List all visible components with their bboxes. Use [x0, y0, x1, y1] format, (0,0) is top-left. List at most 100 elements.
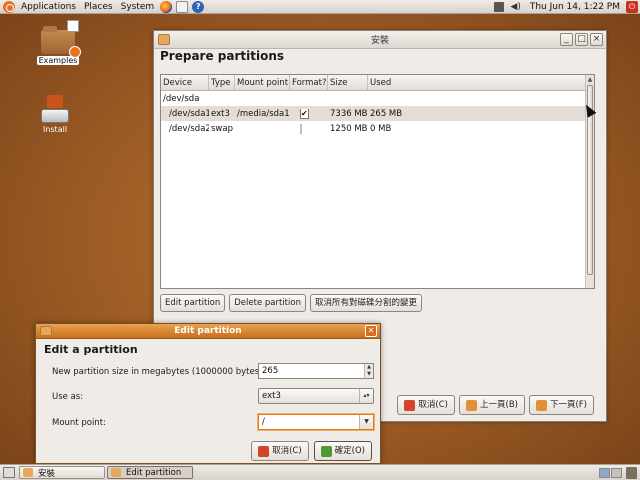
cell-device: /dev/sda1 [169, 108, 209, 119]
top-panel-tray: ◀) Thu Jun 14, 1:22 PM ⏻ [491, 0, 640, 14]
dialog-buttons: 取消(C) 確定(O) [246, 441, 372, 461]
link-icon [67, 20, 79, 32]
partition-actions: Edit partition Delete partition 取消所有對磁碟分… [160, 294, 426, 312]
system-menu[interactable]: System [117, 0, 159, 14]
dialog-close-button[interactable]: ✕ [365, 325, 377, 337]
power-icon[interactable]: ⏻ [626, 0, 638, 13]
volume-icon[interactable]: ◀) [510, 2, 520, 12]
table-row[interactable]: /dev/sda2 swap 1250 MB 0 MB [161, 121, 594, 136]
size-label: New partition size in megabytes (1000000… [52, 367, 266, 377]
desktop-icon-label: Install [42, 125, 68, 134]
dialog-heading: Edit a partition [44, 343, 138, 356]
cell-format: ✔ [290, 108, 328, 119]
edit-partition-dialog: Edit partition ✕ Edit a partition New pa… [35, 323, 381, 464]
workspace-2[interactable] [611, 467, 622, 478]
edit-partition-button[interactable]: Edit partition [160, 294, 226, 312]
dialog-task-icon [111, 468, 121, 477]
column-header-size[interactable]: Size [328, 75, 368, 90]
workspace-switcher [598, 466, 637, 479]
window-title: 安裝 [370, 36, 389, 46]
back-label: 上一頁(B) [480, 400, 518, 410]
table-row[interactable]: /dev/sda1 ext3 /media/sda1 ✔ 7336 MB 265… [161, 106, 594, 121]
partition-table: Device Type Mount point Format? Size Use… [160, 74, 595, 289]
column-header-used[interactable]: Used [368, 75, 578, 90]
forward-arrow-icon [535, 399, 547, 411]
install-icon [40, 93, 70, 123]
dialog-titlebar[interactable]: Edit partition ✕ [36, 324, 380, 339]
back-arrow-icon [466, 399, 477, 411]
cell-used: 265 MB [370, 108, 403, 119]
installer-task-icon [23, 468, 33, 477]
firefox-icon[interactable] [160, 0, 173, 13]
cancel-button[interactable]: 取消(C) [397, 395, 455, 415]
spin-arrows-icon[interactable]: ▲ ▼ [364, 364, 373, 378]
scroll-up-icon[interactable]: ▲ [586, 75, 594, 84]
chevron-down-icon[interactable]: ▼ [359, 415, 373, 429]
desktop-icon-examples[interactable]: Examples [33, 20, 83, 66]
use-as-select[interactable]: ext3 ▴▾ [258, 388, 374, 404]
mount-point-combo[interactable]: / ▼ [258, 414, 374, 430]
network-icon[interactable] [494, 1, 505, 12]
undo-changes-button[interactable]: 取消所有對磁碟分割的變更 [309, 294, 422, 312]
size-spinbox[interactable]: 265 ▲ ▼ [258, 363, 374, 379]
ok-icon [320, 445, 332, 457]
minimize-button[interactable]: _ [560, 33, 573, 46]
select-arrows-icon: ▴▾ [359, 389, 373, 403]
format-checkbox[interactable] [300, 123, 302, 134]
task-label: Edit partition [126, 467, 182, 478]
taskbar-item-installer[interactable]: 安裝 [19, 466, 105, 479]
cancel-icon [258, 445, 270, 457]
cell-type: ext3 [211, 108, 230, 119]
column-header-type[interactable]: Type [209, 75, 235, 90]
use-as-label: Use as: [52, 392, 84, 402]
cell-size: 1250 MB [330, 123, 368, 134]
ubuntu-logo-icon[interactable] [3, 0, 15, 13]
delete-partition-button[interactable]: Delete partition [229, 294, 306, 312]
dialog-ok-label: 確定(O) [334, 446, 365, 456]
table-header: Device Type Mount point Format? Size Use… [161, 75, 594, 91]
forward-button[interactable]: 下一頁(F) [528, 395, 594, 415]
cell-type: swap [211, 123, 233, 134]
desktop-icon-install[interactable]: Install [30, 93, 80, 135]
trash-icon[interactable] [626, 466, 637, 479]
installer-titlebar[interactable]: 安裝 _ □ × [154, 31, 606, 49]
disk-label: /dev/sda [163, 93, 200, 104]
cell-mount: /media/sda1 [237, 108, 290, 119]
forward-label: 下一頁(F) [549, 400, 587, 410]
main-menu: Applications Places System ? [0, 0, 206, 14]
use-as-value: ext3 [262, 391, 281, 401]
cell-device: /dev/sda2 [169, 123, 209, 134]
folder-icon [41, 20, 81, 58]
taskbar-item-edit-partition[interactable]: Edit partition [107, 466, 193, 479]
cell-size: 7336 MB [330, 108, 368, 119]
dialog-cancel-label: 取消(C) [272, 446, 302, 456]
cell-used: 0 MB [370, 123, 392, 134]
show-desktop-icon[interactable] [3, 467, 15, 478]
column-header-format[interactable]: Format? [290, 75, 328, 90]
lock-icon [69, 46, 81, 58]
mount-point-label: Mount point: [52, 418, 106, 428]
table-row-disk[interactable]: /dev/sda [161, 91, 594, 106]
installer-app-icon [158, 34, 170, 45]
back-button[interactable]: 上一頁(B) [459, 395, 525, 415]
close-button[interactable]: × [590, 33, 603, 46]
places-menu[interactable]: Places [80, 0, 117, 14]
dialog-cancel-button[interactable]: 取消(C) [251, 441, 309, 461]
cell-format [290, 123, 328, 134]
maximize-button[interactable]: □ [575, 33, 588, 46]
cancel-icon [404, 399, 416, 411]
workspace-1[interactable] [599, 467, 610, 478]
dialog-title: Edit partition [174, 326, 242, 336]
format-checkbox[interactable]: ✔ [300, 108, 309, 119]
help-icon[interactable]: ? [192, 0, 205, 13]
applications-menu[interactable]: Applications [17, 0, 80, 14]
column-header-device[interactable]: Device [161, 75, 209, 90]
column-header-mount[interactable]: Mount point [235, 75, 290, 90]
dialog-app-icon [40, 326, 52, 336]
window-controls: _ □ × [558, 33, 603, 46]
mail-icon[interactable] [176, 0, 189, 13]
size-value: 265 [262, 366, 279, 376]
dialog-ok-button[interactable]: 確定(O) [313, 441, 372, 461]
clock[interactable]: Thu Jun 14, 1:22 PM [524, 2, 626, 12]
task-label: 安裝 [38, 468, 56, 479]
